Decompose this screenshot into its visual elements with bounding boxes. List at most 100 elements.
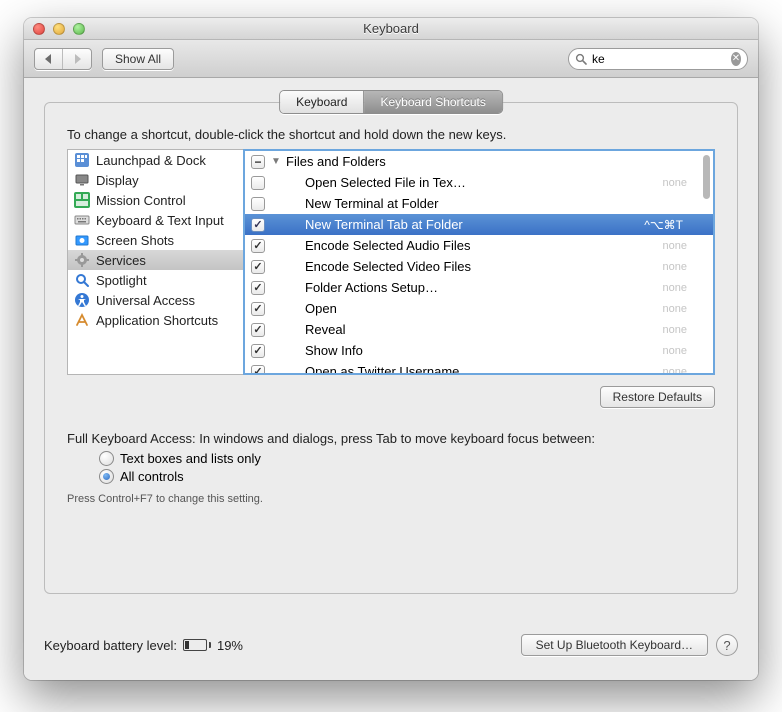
shortcut-label: Open as Twitter Username — [305, 364, 657, 375]
sidebar-item-label: Spotlight — [96, 273, 147, 288]
search-input[interactable] — [592, 52, 726, 66]
window-title: Keyboard — [24, 21, 758, 36]
fka-label: Full Keyboard Access: In windows and dia… — [67, 431, 595, 446]
shortcut-row[interactable]: Encode Selected Video Files none — [245, 256, 713, 277]
shortcut-label: Open — [305, 301, 657, 316]
shortcut-none: none — [663, 366, 687, 376]
shortcut-label: Encode Selected Video Files — [305, 259, 657, 274]
sidebar-item-label: Keyboard & Text Input — [96, 213, 224, 228]
radio-text-boxes-only[interactable]: Text boxes and lists only — [99, 451, 261, 466]
shortcut-checkbox[interactable] — [251, 239, 265, 253]
sidebar-item-gear[interactable]: Services — [68, 250, 243, 270]
clear-search-button[interactable]: ✕ — [731, 52, 741, 66]
gear-icon — [74, 252, 90, 268]
sidebar-item-app[interactable]: Application Shortcuts — [68, 310, 243, 330]
scrollbar-thumb[interactable] — [703, 155, 710, 199]
battery-percent: 19% — [217, 638, 243, 653]
shortcut-row[interactable]: Open Selected File in Tex… none — [245, 172, 713, 193]
shortcut-checkbox[interactable] — [251, 344, 265, 358]
shortcut-row[interactable]: New Terminal at Folder — [245, 193, 713, 214]
shortcuts-list[interactable]: ▼Files and FoldersOpen Selected File in … — [243, 149, 715, 375]
shortcut-none: none — [663, 282, 687, 294]
setup-bluetooth-button[interactable]: Set Up Bluetooth Keyboard… — [521, 634, 708, 656]
shortcut-none: none — [663, 261, 687, 273]
preferences-window: Keyboard Show All ✕ Keyboard Keyboard Sh… — [24, 18, 758, 680]
access-icon — [74, 292, 90, 308]
keyboard-icon — [74, 212, 90, 228]
sidebar-item-screenshot[interactable]: Screen Shots — [68, 230, 243, 250]
shortcut-none: none — [663, 324, 687, 336]
app-icon — [74, 312, 90, 328]
sidebar-item-label: Application Shortcuts — [96, 313, 218, 328]
shortcut-keys: ^⌥⌘T — [644, 218, 683, 232]
nav-segmented — [34, 48, 92, 70]
sidebar-item-launchpad[interactable]: Launchpad & Dock — [68, 150, 243, 170]
zoom-button[interactable] — [73, 23, 85, 35]
settings-group: Keyboard Keyboard Shortcuts To change a … — [44, 102, 738, 594]
group-checkbox[interactable] — [251, 155, 265, 169]
battery-icon — [183, 639, 211, 651]
sidebar-item-label: Screen Shots — [96, 233, 174, 248]
forward-button[interactable] — [63, 49, 91, 69]
shortcut-row[interactable]: Open as Twitter Username none — [245, 361, 713, 375]
shortcut-label: Encode Selected Audio Files — [305, 238, 657, 253]
shortcut-none: none — [663, 240, 687, 252]
shortcut-row[interactable]: Encode Selected Audio Files none — [245, 235, 713, 256]
shortcut-checkbox[interactable] — [251, 176, 265, 190]
search-icon — [575, 53, 587, 65]
sidebar-item-label: Services — [96, 253, 146, 268]
sidebar-item-label: Launchpad & Dock — [96, 153, 206, 168]
shortcut-checkbox[interactable] — [251, 197, 265, 211]
shortcut-none: none — [663, 177, 687, 189]
close-button[interactable] — [33, 23, 45, 35]
tab-keyboard-shortcuts[interactable]: Keyboard Shortcuts — [364, 91, 501, 113]
back-button[interactable] — [35, 49, 63, 69]
shortcut-checkbox[interactable] — [251, 323, 265, 337]
sidebar-item-keyboard[interactable]: Keyboard & Text Input — [68, 210, 243, 230]
display-icon — [74, 172, 90, 188]
fka-hint: Press Control+F7 to change this setting. — [67, 493, 263, 505]
minimize-button[interactable] — [53, 23, 65, 35]
sidebar-item-label: Display — [96, 173, 139, 188]
screenshot-icon — [74, 232, 90, 248]
radio-all-controls[interactable]: All controls — [99, 469, 261, 484]
shortcut-row[interactable]: Folder Actions Setup… none — [245, 277, 713, 298]
sidebar-item-label: Universal Access — [96, 293, 195, 308]
shortcut-group-header[interactable]: ▼Files and Folders — [245, 151, 713, 172]
shortcut-row[interactable]: Show Info none — [245, 340, 713, 361]
shortcut-none: none — [663, 345, 687, 357]
launchpad-icon — [74, 152, 90, 168]
restore-defaults-button[interactable]: Restore Defaults — [600, 386, 715, 408]
sidebar-item-access[interactable]: Universal Access — [68, 290, 243, 310]
instruction-text: To change a shortcut, double-click the s… — [67, 127, 506, 142]
spotlight-icon — [74, 272, 90, 288]
shortcut-checkbox[interactable] — [251, 218, 265, 232]
battery-label: Keyboard battery level: 19% — [44, 638, 243, 653]
disclosure-triangle-icon[interactable]: ▼ — [271, 156, 280, 167]
tab-keyboard[interactable]: Keyboard — [280, 91, 364, 113]
shortcut-checkbox[interactable] — [251, 365, 265, 376]
sidebar-item-spotlight[interactable]: Spotlight — [68, 270, 243, 290]
mission-icon — [74, 192, 90, 208]
help-button[interactable]: ? — [716, 634, 738, 656]
search-field[interactable]: ✕ — [568, 48, 748, 70]
shortcut-label: Show Info — [305, 343, 657, 358]
titlebar: Keyboard — [24, 18, 758, 40]
shortcut-checkbox[interactable] — [251, 302, 265, 316]
sidebar-item-mission[interactable]: Mission Control — [68, 190, 243, 210]
shortcut-label: New Terminal at Folder — [305, 196, 713, 211]
shortcut-checkbox[interactable] — [251, 281, 265, 295]
shortcut-label: Reveal — [305, 322, 657, 337]
toolbar: Show All ✕ — [24, 40, 758, 78]
shortcut-label: Folder Actions Setup… — [305, 280, 657, 295]
sidebar-item-label: Mission Control — [96, 193, 186, 208]
sidebar-item-display[interactable]: Display — [68, 170, 243, 190]
shortcut-row[interactable]: Opennone — [245, 298, 713, 319]
tabs: Keyboard Keyboard Shortcuts — [279, 90, 503, 114]
shortcut-row[interactable]: Reveal none — [245, 319, 713, 340]
shortcut-checkbox[interactable] — [251, 260, 265, 274]
shortcut-row[interactable]: New Terminal Tab at Folder^⌥⌘T — [245, 214, 713, 235]
category-sidebar[interactable]: Launchpad & Dock Display Mission Control Ke… — [67, 149, 243, 375]
shortcut-label: Open Selected File in Tex… — [305, 175, 657, 190]
show-all-button[interactable]: Show All — [102, 48, 174, 70]
